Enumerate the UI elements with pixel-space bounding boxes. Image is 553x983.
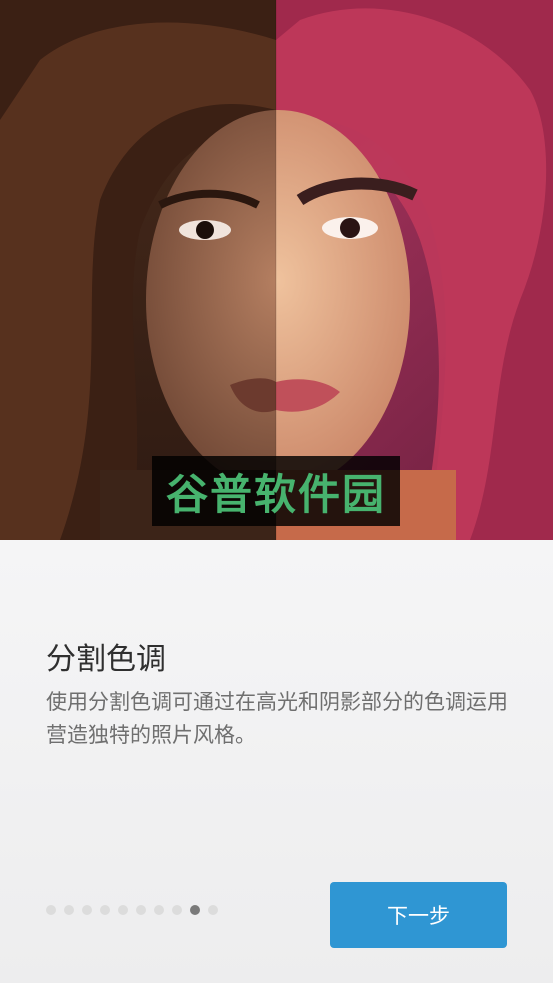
feature-title: 分割色调 bbox=[46, 642, 166, 677]
page-dot bbox=[190, 905, 200, 915]
page-dot bbox=[136, 905, 146, 915]
watermark-logo: 谷普软件园 bbox=[152, 456, 400, 526]
next-button[interactable]: 下一步 bbox=[330, 882, 507, 948]
page-dot bbox=[154, 905, 164, 915]
page-dot bbox=[82, 905, 92, 915]
feature-description: 使用分割色调可通过在高光和阴影部分的色调运用营造独特的照片风格。 bbox=[46, 690, 508, 747]
page-dot bbox=[46, 905, 56, 915]
page-dot bbox=[172, 905, 182, 915]
page-dot bbox=[100, 905, 110, 915]
page-dot bbox=[118, 905, 128, 915]
page-indicator bbox=[46, 905, 218, 915]
page-dot bbox=[64, 905, 74, 915]
hero-image: 谷普软件园 bbox=[0, 0, 553, 540]
onboarding-screen: 谷普软件园 分割色调 使用分割色调可通过在高光和阴影部分的色调运用营造独特的照片… bbox=[0, 0, 553, 983]
page-dot bbox=[208, 905, 218, 915]
